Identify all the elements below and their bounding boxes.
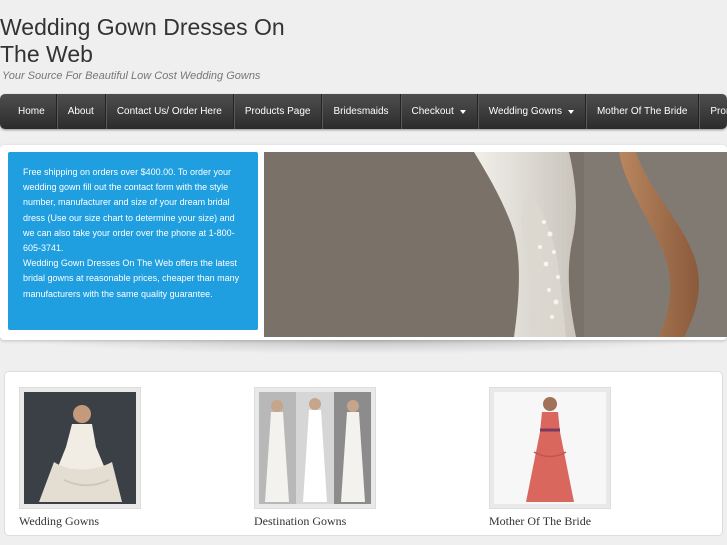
nav-item-bridesmaids[interactable]: Bridesmaids — [322, 94, 401, 129]
nav-item-mother-of-the-bride[interactable]: Mother Of The Bride — [586, 94, 700, 129]
category-label[interactable]: Mother Of The Bride — [489, 514, 611, 529]
category-thumbnail[interactable] — [254, 387, 376, 509]
nav-label: Mother Of The Bride — [596, 106, 688, 117]
promo-paragraph-shipping: Free shipping on orders over $400.00. To… — [23, 167, 235, 254]
category-thumbnail[interactable] — [489, 387, 611, 509]
category-label[interactable]: Wedding Gowns — [19, 514, 141, 529]
nav-item-about[interactable]: About — [57, 94, 106, 129]
category-card-wedding-gowns[interactable]: Wedding Gowns — [19, 387, 141, 529]
featured-gown-image[interactable] — [264, 152, 727, 337]
nav-label: Prom — [710, 106, 727, 117]
nav-label: Products Page — [244, 106, 311, 117]
category-label[interactable]: Destination Gowns — [254, 514, 376, 529]
nav-item-prom[interactable]: Prom — [699, 94, 727, 129]
promo-text-box: Free shipping on orders over $400.00. To… — [8, 152, 258, 330]
category-thumbnail[interactable] — [19, 387, 141, 509]
nav-label: Bridesmaids — [333, 106, 389, 117]
category-card-mother-of-the-bride[interactable]: Mother Of The Bride — [489, 387, 611, 529]
gown-photo-illustration — [264, 152, 727, 337]
nav-label: Home — [18, 106, 45, 117]
site-title[interactable]: Wedding Gown Dresses On The Web — [0, 14, 320, 68]
slider-shadow — [20, 340, 707, 354]
nav-label: About — [67, 106, 94, 117]
main-navigation: Home About Contact Us/ Order Here Produc… — [0, 94, 727, 129]
nav-label: Checkout — [411, 106, 454, 117]
nav-label: Contact Us/ Order Here — [116, 106, 222, 117]
nav-item-products[interactable]: Products Page — [234, 94, 323, 129]
destination-gowns-image — [259, 392, 371, 504]
chevron-down-icon — [567, 110, 574, 114]
nav-item-home[interactable]: Home — [0, 94, 57, 129]
promo-paragraph-about: Wedding Gown Dresses On The Web offers t… — [23, 258, 240, 299]
chevron-down-icon — [459, 110, 466, 114]
category-card-destination-gowns[interactable]: Destination Gowns — [254, 387, 376, 529]
wedding-gown-image — [24, 392, 136, 504]
nav-label: Wedding Gowns — [488, 106, 562, 117]
nav-item-checkout[interactable]: Checkout — [401, 94, 478, 129]
site-tagline: Your Source For Beautiful Low Cost Weddi… — [2, 70, 261, 82]
mother-of-the-bride-image — [494, 392, 606, 504]
nav-item-wedding-gowns[interactable]: Wedding Gowns — [478, 94, 586, 129]
nav-item-contact[interactable]: Contact Us/ Order Here — [106, 94, 234, 129]
category-gallery: Wedding Gowns Destination Gowns Mother O… — [4, 371, 723, 536]
